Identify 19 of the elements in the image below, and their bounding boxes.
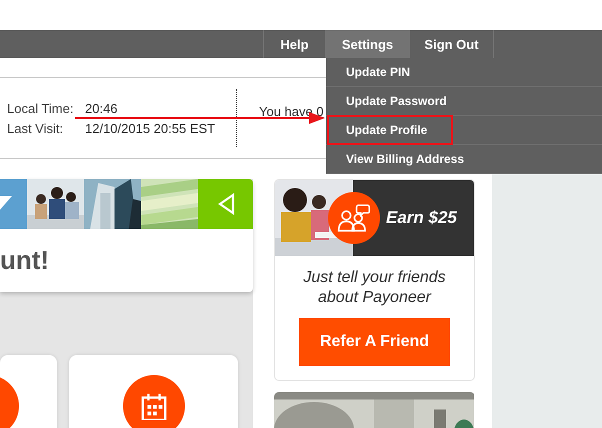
- menu-item[interactable]: Update PIN: [327, 57, 430, 87]
- info-label: Last Visit:: [7, 120, 64, 136]
- menu-item[interactable]: View Billing Address: [327, 144, 484, 174]
- people-icon: [328, 192, 380, 244]
- promo-title: Earn $25: [386, 208, 457, 228]
- menu-item[interactable]: Update Profile: [327, 115, 454, 145]
- calendar-icon: [122, 375, 184, 428]
- refer-button[interactable]: Refer A Friend: [299, 318, 450, 366]
- notice-link[interactable]: You have 0: [259, 104, 324, 118]
- info-value: 12/10/2015 20:55 EST: [85, 120, 216, 136]
- card-heading: unt!: [0, 245, 50, 276]
- dashboard-tile[interactable]: [69, 355, 238, 428]
- info-label: Local Time:: [7, 100, 74, 116]
- dashboard-tile[interactable]: [0, 355, 57, 428]
- promo-text: Just tell your friends about Payoneer: [302, 268, 447, 308]
- menu-item[interactable]: Update Password: [327, 86, 466, 116]
- info-value: 20:46: [85, 100, 118, 116]
- nav-link[interactable]: Settings: [325, 30, 409, 58]
- back-icon[interactable]: [216, 193, 234, 215]
